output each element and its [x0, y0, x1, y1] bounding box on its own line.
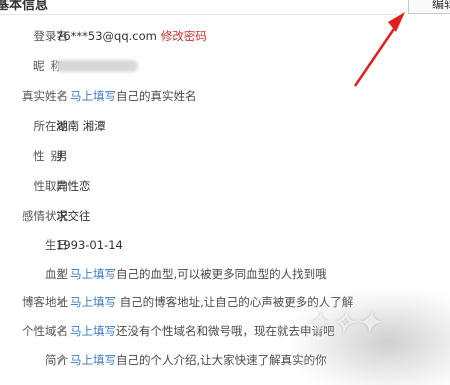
- field-row-domain: 个性域名 马上填写还没有个性域名和微号哦，现在就去申请吧: [0, 322, 440, 340]
- hint-prefix: 马上填写: [70, 324, 116, 338]
- field-row-location: 所在地 湖南 湘潭: [0, 117, 440, 135]
- hint-prefix: 马上填写: [70, 267, 116, 281]
- edit-button[interactable]: 编辑: [408, 0, 450, 14]
- pencil-icon: [57, 91, 66, 100]
- hint-text: 自己的博客地址,让自己的心声被更多的人了解: [116, 295, 354, 309]
- hint-text: 自己的真实姓名: [116, 89, 197, 103]
- field-row-birthday: 生日 1993-01-14: [0, 236, 440, 254]
- field-row-login: 登录名 76***53@qq.com 修改密码: [0, 27, 440, 45]
- field-value-birthday: 1993-01-14: [56, 238, 123, 252]
- field-value-location: 湖南 湘潭: [56, 119, 106, 133]
- field-row-realname: 真实姓名 马上填写自己的真实姓名: [0, 87, 440, 105]
- field-hint-realname[interactable]: 马上填写自己的真实姓名: [56, 87, 197, 105]
- field-value-orientation: 异性恋: [56, 179, 91, 193]
- hint-text: 自己的血型,可以被更多同血型的人找到哦: [116, 267, 327, 281]
- field-row-nickname: 昵称: [0, 57, 440, 75]
- field-hint-blog[interactable]: 马上填写 自己的博客地址,让自己的心声被更多的人了解: [56, 293, 353, 311]
- pencil-icon: [57, 297, 66, 306]
- pencil-icon: [57, 269, 66, 278]
- field-row-bio: 简介 马上填写自己的个人介绍,让大家快速了解真实的你: [0, 351, 440, 369]
- field-value-relationship: 求交往: [56, 209, 91, 223]
- title-divider: [0, 14, 398, 15]
- hint-prefix: 马上填写: [70, 89, 116, 103]
- login-email: 76***53@qq.com: [56, 29, 157, 43]
- field-row-relationship: 感情状况 求交往: [0, 207, 440, 225]
- pencil-icon: [57, 326, 66, 335]
- field-row-gender: 性别 男: [0, 147, 440, 165]
- nickname-blurred-value: [56, 60, 138, 72]
- field-row-orientation: 性取向 异性恋: [0, 177, 440, 195]
- field-value-login: 76***53@qq.com 修改密码: [56, 27, 207, 45]
- field-hint-domain[interactable]: 马上填写还没有个性域名和微号哦，现在就去申请吧: [56, 322, 335, 340]
- pencil-icon: [57, 355, 66, 364]
- hint-text: 还没有个性域名和微号哦，现在就去申请吧: [116, 324, 335, 338]
- field-row-bloodtype: 血型 马上填写自己的血型,可以被更多同血型的人找到哦: [0, 265, 440, 283]
- hint-prefix: 马上填写: [70, 295, 116, 309]
- field-hint-bio[interactable]: 马上填写自己的个人介绍,让大家快速了解真实的你: [56, 351, 327, 369]
- hint-prefix: 马上填写: [70, 353, 116, 367]
- field-value-gender: 男: [56, 149, 68, 163]
- field-row-blog: 博客地址 马上填写 自己的博客地址,让自己的心声被更多的人了解: [0, 293, 440, 311]
- change-password-link[interactable]: 修改密码: [161, 29, 207, 43]
- field-hint-bloodtype[interactable]: 马上填写自己的血型,可以被更多同血型的人找到哦: [56, 265, 327, 283]
- section-title: 基本信息: [0, 0, 49, 13]
- hint-text: 自己的个人介绍,让大家快速了解真实的你: [116, 353, 327, 367]
